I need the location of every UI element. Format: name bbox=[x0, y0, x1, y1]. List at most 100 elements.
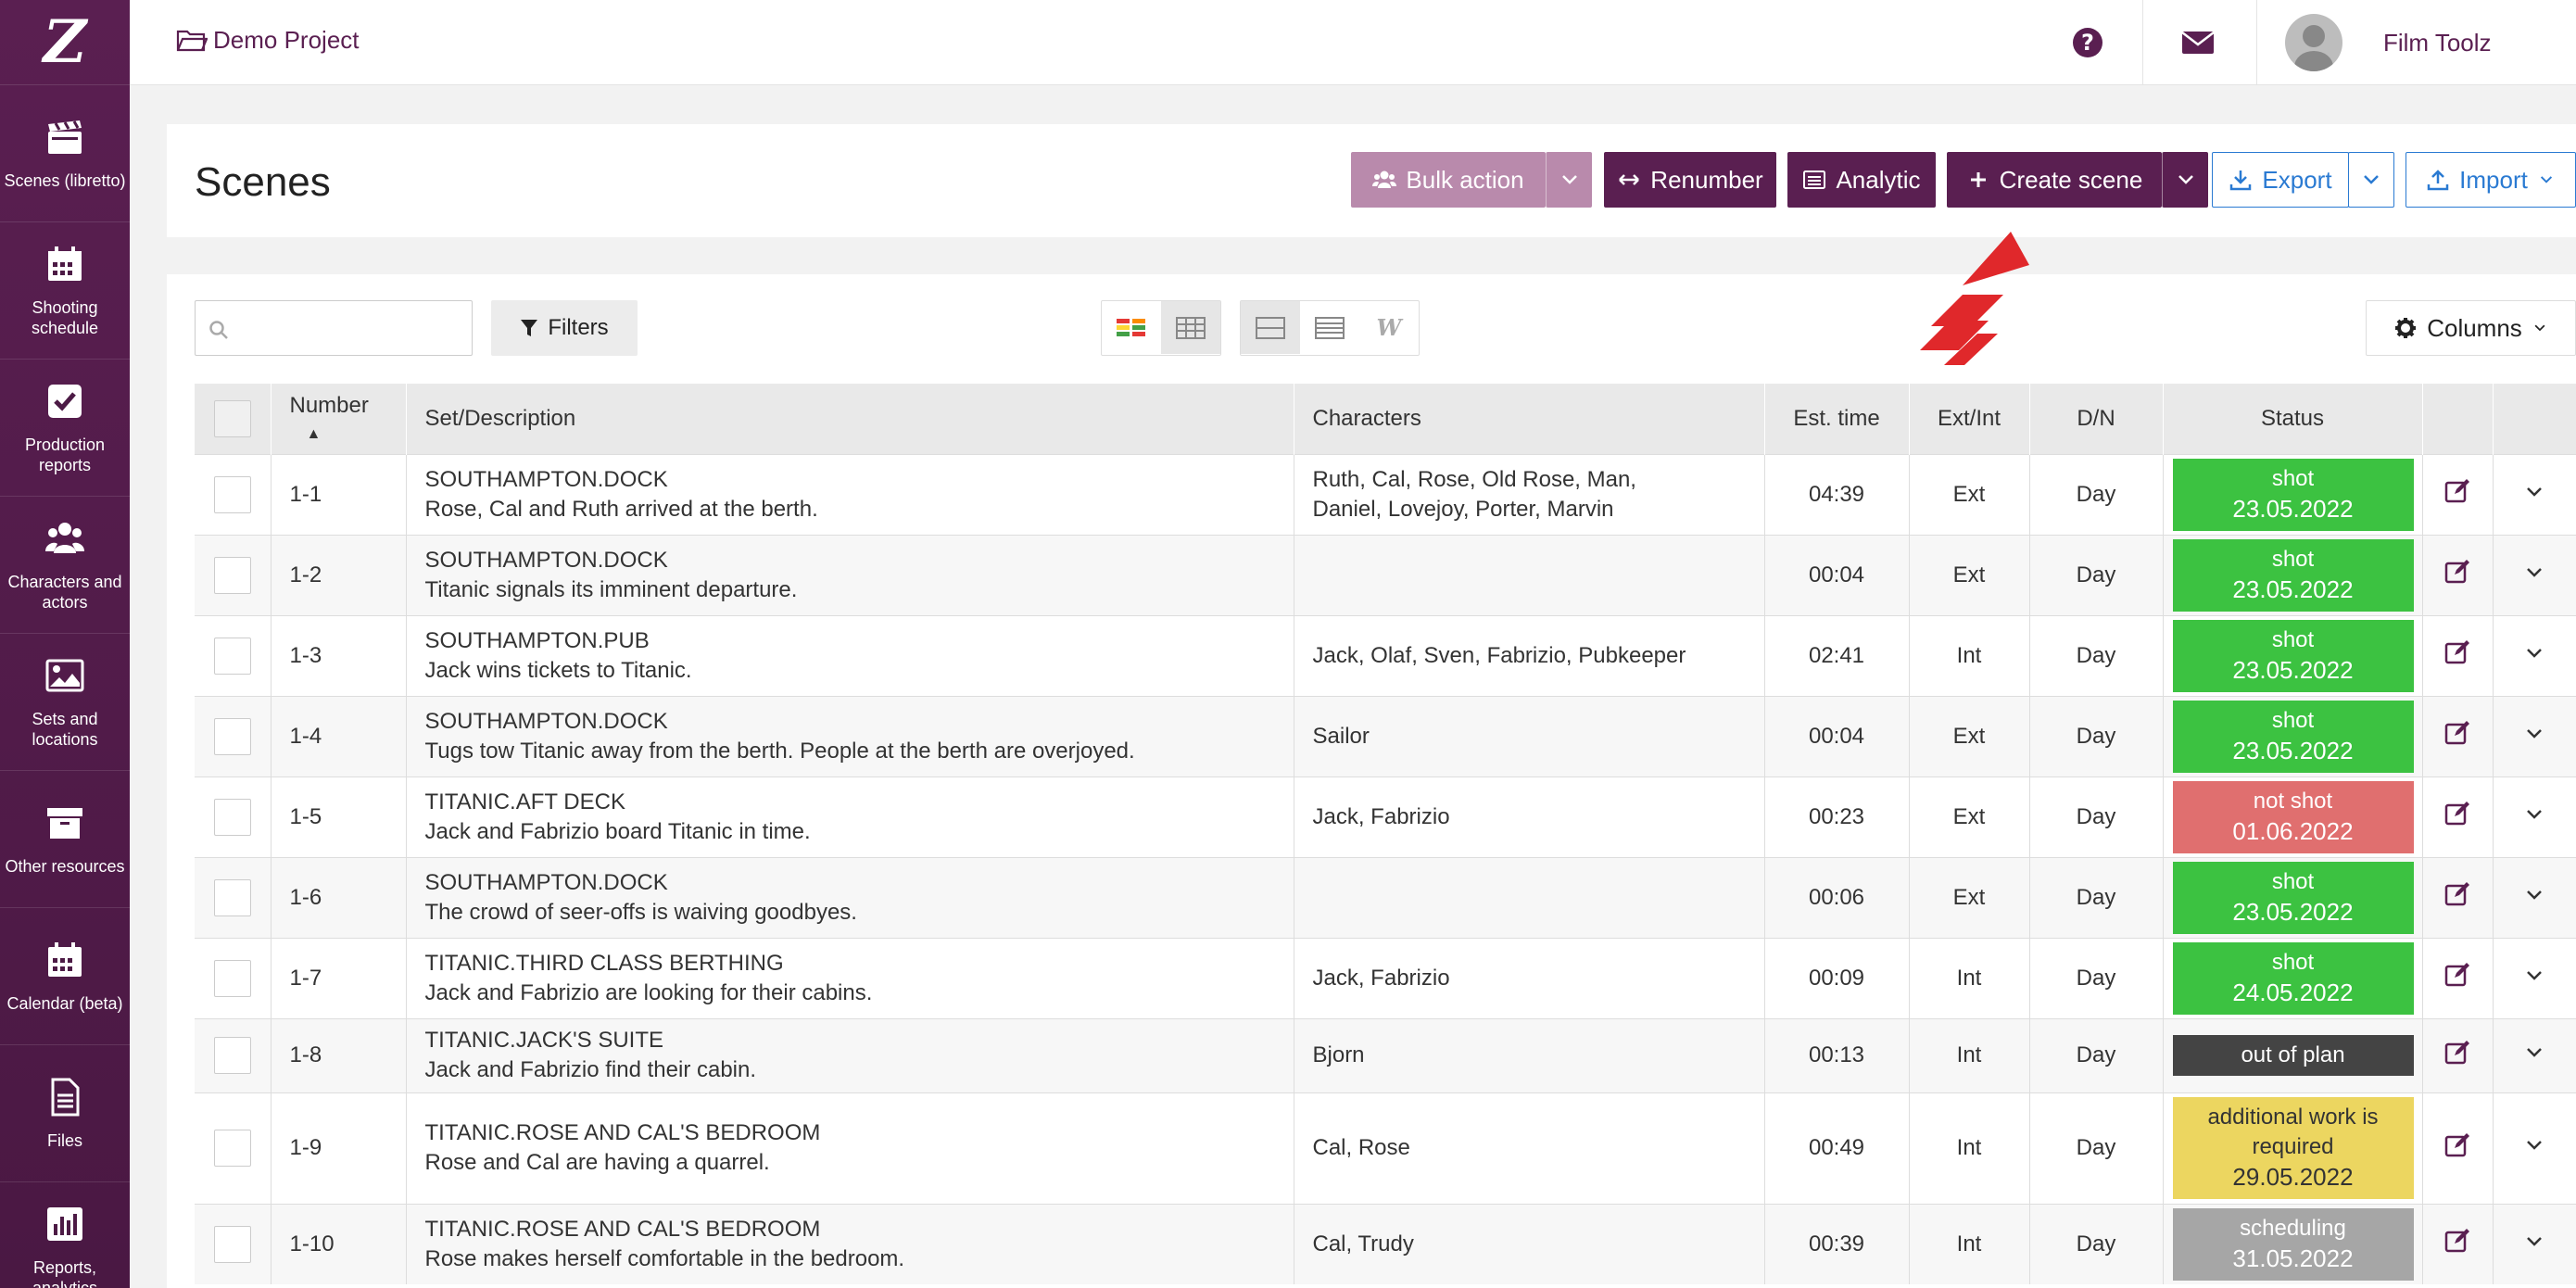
chevron-down-icon[interactable] bbox=[2524, 642, 2544, 663]
sidebar-item-shooting-schedule[interactable]: Shooting schedule bbox=[0, 222, 130, 360]
set-header[interactable]: Set/Description bbox=[406, 384, 1294, 454]
status-badge[interactable]: shot 24.05.2022 bbox=[2172, 941, 2414, 1015]
chevron-down-icon[interactable] bbox=[2524, 481, 2544, 501]
filters-button[interactable]: Filters bbox=[491, 300, 638, 356]
status-badge[interactable]: shot 23.05.2022 bbox=[2172, 538, 2414, 612]
app-logo[interactable]: Z bbox=[0, 0, 130, 85]
row-checkbox[interactable] bbox=[213, 798, 251, 836]
table-header-row: Number ▲ Set/Description Characters Est.… bbox=[195, 384, 2576, 454]
bulk-action-button[interactable]: Bulk action bbox=[1351, 152, 1546, 208]
row-checkbox[interactable] bbox=[213, 878, 251, 916]
table-row[interactable]: 1-4 SOUTHAMPTON.DOCK Tugs tow Titanic awa… bbox=[195, 695, 2576, 777]
edit-icon[interactable] bbox=[2443, 718, 2471, 746]
chevron-down-icon[interactable] bbox=[2524, 562, 2544, 582]
status-badge[interactable]: scheduling 31.05.2022 bbox=[2172, 1207, 2414, 1281]
row-checkbox[interactable] bbox=[213, 959, 251, 997]
edit-icon[interactable] bbox=[2443, 1130, 2471, 1158]
row-checkbox[interactable] bbox=[213, 556, 251, 594]
table-row[interactable]: 1-8 TITANIC.JACK'S SUITE Jack and Fabrizi… bbox=[195, 1017, 2576, 1092]
table-row[interactable]: 1-2 SOUTHAMPTON.DOCK Titanic signals its … bbox=[195, 534, 2576, 615]
chevron-down-icon[interactable] bbox=[2524, 884, 2544, 904]
row-checkbox[interactable] bbox=[213, 1225, 251, 1263]
chevron-down-icon[interactable] bbox=[2524, 723, 2544, 743]
chevron-down-icon[interactable] bbox=[2524, 1231, 2544, 1251]
sidebar-item-files[interactable]: Files bbox=[0, 1045, 130, 1182]
chevron-down-icon[interactable] bbox=[2524, 1134, 2544, 1155]
status-badge[interactable]: out of plan bbox=[2172, 1035, 2414, 1076]
status-badge[interactable]: not shot 01.06.2022 bbox=[2172, 780, 2414, 853]
status-cell: shot 24.05.2022 bbox=[2163, 937, 2423, 1018]
search-input[interactable] bbox=[236, 301, 459, 353]
user-menu[interactable]: Film Toolz bbox=[2256, 0, 2576, 85]
edit-icon[interactable] bbox=[2443, 1038, 2471, 1066]
messages-button[interactable] bbox=[2142, 0, 2252, 85]
help-button[interactable]: ? bbox=[2033, 0, 2142, 85]
sidebar-item-reports[interactable]: Reports, analytics bbox=[0, 1182, 130, 1288]
row-checkbox[interactable] bbox=[213, 1130, 251, 1167]
compact-rows-button[interactable] bbox=[1241, 301, 1300, 354]
edit-icon[interactable] bbox=[2443, 476, 2471, 504]
scene-set: SOUTHAMPTON.DOCK bbox=[424, 869, 668, 895]
sidebar-item-other-resources[interactable]: Other resources bbox=[0, 771, 130, 908]
import-button[interactable]: Import bbox=[2406, 152, 2576, 208]
create-scene-button[interactable]: Create scene bbox=[1947, 152, 2162, 208]
status-header[interactable]: Status bbox=[2163, 384, 2423, 454]
ext-int-header[interactable]: Ext/Int bbox=[1909, 384, 2030, 454]
characters-header[interactable]: Characters bbox=[1294, 384, 1765, 454]
sidebar-item-characters[interactable]: Characters and actors bbox=[0, 497, 130, 634]
renumber-button[interactable]: Renumber bbox=[1604, 152, 1776, 208]
sidebar-item-sets[interactable]: Sets and locations bbox=[0, 634, 130, 771]
colored-view-button[interactable] bbox=[1102, 301, 1161, 354]
chevron-down-icon[interactable] bbox=[2524, 803, 2544, 824]
row-checkbox[interactable] bbox=[213, 1037, 251, 1074]
sidebar-item-calendar[interactable]: Calendar (beta) bbox=[0, 908, 130, 1045]
chevron-down-icon[interactable] bbox=[2524, 1042, 2544, 1062]
edit-icon[interactable] bbox=[2443, 557, 2471, 585]
table-row[interactable]: 1-5 TITANIC.AFT DECK Jack and Fabrizio bo… bbox=[195, 776, 2576, 857]
scenes-panel: Filters W Columns Number ▲ Set/Descripti… bbox=[167, 274, 2576, 1288]
edit-icon[interactable] bbox=[2443, 799, 2471, 827]
edit-icon[interactable] bbox=[2443, 638, 2471, 665]
table-row[interactable]: 1-9 TITANIC.ROSE AND CAL'S BEDROOM Rose a… bbox=[195, 1092, 2576, 1204]
chevron-down-icon[interactable] bbox=[2524, 965, 2544, 985]
set-description-cell: TITANIC.AFT DECK Jack and Fabrizio board … bbox=[406, 776, 1294, 857]
select-all-checkbox[interactable] bbox=[213, 399, 251, 437]
est-time-header[interactable]: Est. time bbox=[1764, 384, 1910, 454]
edit-icon[interactable] bbox=[2443, 960, 2471, 988]
table-row[interactable]: 1-10 TITANIC.ROSE AND CAL'S BEDROOM Rose … bbox=[195, 1203, 2576, 1284]
create-scene-dropdown[interactable] bbox=[2162, 152, 2208, 208]
sidebar-item-scenes[interactable]: Scenes (libretto) bbox=[0, 85, 130, 222]
search-box[interactable] bbox=[195, 300, 473, 356]
scene-description: Jack and Fabrizio are looking for their … bbox=[424, 979, 873, 1005]
sidebar-item-production-reports[interactable]: Production reports bbox=[0, 360, 130, 497]
list-rows-button[interactable] bbox=[1300, 301, 1359, 354]
table-row[interactable]: 1-6 SOUTHAMPTON.DOCK The crowd of seer-of… bbox=[195, 856, 2576, 938]
row-checkbox[interactable] bbox=[213, 475, 251, 513]
search-icon bbox=[209, 321, 228, 339]
table-row[interactable]: 1-1 SOUTHAMPTON.DOCK Rose, Cal and Ruth a… bbox=[195, 453, 2576, 535]
est-time: 00:13 bbox=[1764, 1017, 1910, 1092]
dn-header[interactable]: D/N bbox=[2029, 384, 2164, 454]
wide-view-button[interactable]: W bbox=[1359, 301, 1419, 354]
status-badge[interactable]: shot 23.05.2022 bbox=[2172, 458, 2414, 531]
columns-button[interactable]: Columns bbox=[2366, 300, 2576, 356]
row-checkbox[interactable] bbox=[213, 637, 251, 675]
status-badge[interactable]: shot 23.05.2022 bbox=[2172, 700, 2414, 773]
table-row[interactable]: 1-7 TITANIC.THIRD CLASS BERTHING Jack and… bbox=[195, 937, 2576, 1018]
edit-icon[interactable] bbox=[2443, 1226, 2471, 1254]
edit-icon[interactable] bbox=[2443, 879, 2471, 907]
analytic-button[interactable]: Analytic bbox=[1787, 152, 1936, 208]
export-button[interactable]: Export bbox=[2212, 152, 2349, 208]
status-badge[interactable]: shot 23.05.2022 bbox=[2172, 861, 2414, 934]
project-breadcrumb[interactable]: Demo Project bbox=[176, 26, 360, 55]
plain-view-button[interactable] bbox=[1161, 301, 1220, 354]
scene-set: TITANIC.JACK'S SUITE bbox=[424, 1028, 664, 1053]
status-badge[interactable]: shot 23.05.2022 bbox=[2172, 619, 2414, 692]
ext-int: Int bbox=[1909, 614, 2030, 696]
status-badge[interactable]: additional work is required 29.05.2022 bbox=[2172, 1097, 2414, 1199]
row-checkbox[interactable] bbox=[213, 717, 251, 755]
table-row[interactable]: 1-3 SOUTHAMPTON.PUB Jack wins tickets to … bbox=[195, 614, 2576, 696]
bulk-action-dropdown[interactable] bbox=[1546, 152, 1592, 208]
number-header[interactable]: Number ▲ bbox=[271, 384, 407, 454]
export-dropdown[interactable] bbox=[2348, 152, 2394, 208]
